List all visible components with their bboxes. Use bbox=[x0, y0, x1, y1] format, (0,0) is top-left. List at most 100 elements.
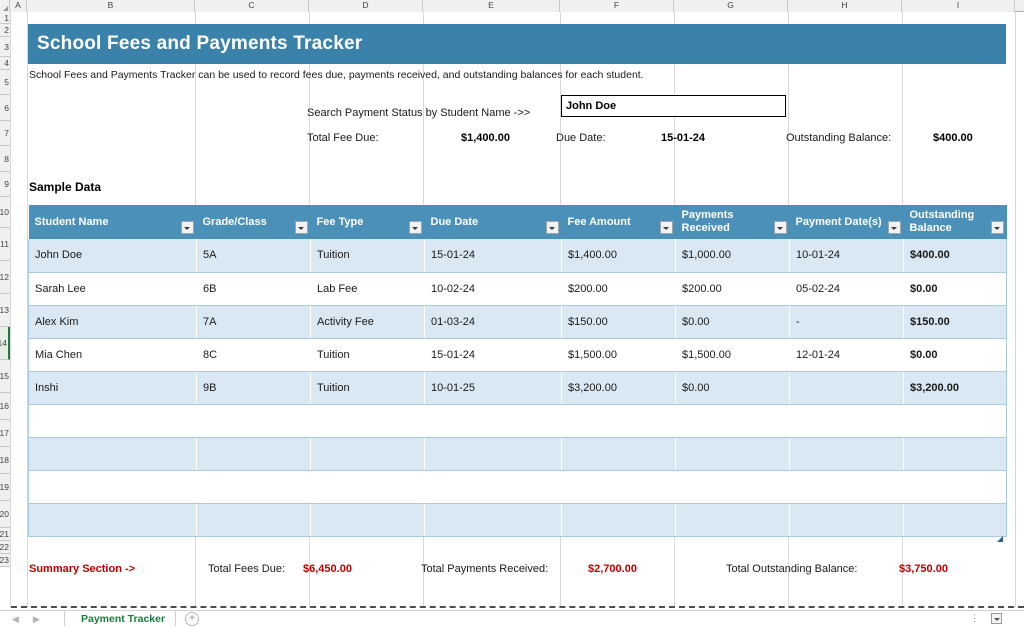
table-cell-fee-amount[interactable] bbox=[561, 404, 676, 438]
table-cell-payments-received[interactable] bbox=[675, 404, 790, 438]
table-resize-handle[interactable] bbox=[997, 536, 1003, 542]
table-cell-payments-received[interactable] bbox=[675, 503, 790, 537]
table-cell-outstanding[interactable]: $400.00 bbox=[903, 239, 1007, 273]
table-cell-grade[interactable] bbox=[196, 437, 311, 471]
table-cell-due-date[interactable]: 10-01-25 bbox=[424, 371, 562, 405]
table-cell-fee-type[interactable] bbox=[310, 470, 425, 504]
table-row[interactable]: John Doe 5A Tuition 15-01-24 $1,400.00 $1,000… bbox=[28, 239, 1007, 273]
table-row[interactable] bbox=[28, 404, 1007, 438]
table-cell-fee-type[interactable] bbox=[310, 404, 425, 438]
table-cell-fee-type[interactable] bbox=[310, 437, 425, 471]
row-header-18[interactable]: 18 bbox=[0, 447, 10, 474]
table-cell-outstanding[interactable]: $3,200.00 bbox=[903, 371, 1007, 405]
table-cell-fee-type[interactable] bbox=[310, 503, 425, 537]
table-cell-payments-received[interactable]: $1,000.00 bbox=[675, 239, 790, 273]
row-header-20[interactable]: 20 bbox=[0, 501, 10, 528]
table-row[interactable]: Inshi 9B Tuition 10-01-25 $3,200.00 $0.00 $3,2… bbox=[28, 371, 1007, 405]
select-all-corner[interactable] bbox=[0, 0, 10, 12]
table-cell-student[interactable]: Sarah Lee bbox=[28, 272, 197, 306]
table-cell-fee-type[interactable]: Activity Fee bbox=[310, 305, 425, 339]
table-cell-outstanding[interactable]: $0.00 bbox=[903, 272, 1007, 306]
row-header-15[interactable]: 15 bbox=[0, 360, 10, 393]
table-cell-payment-dates[interactable] bbox=[789, 470, 904, 504]
table-cell-grade[interactable]: 8C bbox=[196, 338, 311, 372]
table-cell-grade[interactable]: 7A bbox=[196, 305, 311, 339]
table-cell-payment-dates[interactable] bbox=[789, 371, 904, 405]
table-cell-payments-received[interactable]: $200.00 bbox=[675, 272, 790, 306]
row-header-17[interactable]: 17 bbox=[0, 420, 10, 447]
table-cell-fee-amount[interactable] bbox=[561, 437, 676, 471]
table-cell-grade[interactable]: 9B bbox=[196, 371, 311, 405]
column-header-i[interactable]: I bbox=[902, 0, 1015, 12]
table-cell-payment-dates[interactable] bbox=[789, 404, 904, 438]
table-cell-payments-received[interactable] bbox=[675, 437, 790, 471]
search-input[interactable] bbox=[561, 95, 786, 117]
column-header-f[interactable]: F bbox=[560, 0, 674, 12]
table-cell-due-date[interactable] bbox=[424, 470, 562, 504]
table-cell-fee-type[interactable]: Lab Fee bbox=[310, 272, 425, 306]
table-cell-grade[interactable] bbox=[196, 404, 311, 438]
table-cell-outstanding[interactable] bbox=[903, 404, 1007, 438]
filter-dropdown-icon[interactable] bbox=[545, 221, 559, 234]
table-row[interactable]: Alex Kim 7A Activity Fee 01-03-24 $150.00 $0.… bbox=[28, 305, 1007, 339]
table-cell-outstanding[interactable] bbox=[903, 503, 1007, 537]
row-header-7[interactable]: 7 bbox=[0, 121, 10, 146]
table-cell-fee-amount[interactable]: $3,200.00 bbox=[561, 371, 676, 405]
table-cell-student[interactable] bbox=[28, 404, 197, 438]
zoom-spinner-icon[interactable] bbox=[991, 613, 1002, 624]
table-cell-fee-amount[interactable] bbox=[561, 470, 676, 504]
table-cell-fee-amount[interactable]: $150.00 bbox=[561, 305, 676, 339]
column-header-h[interactable]: H bbox=[788, 0, 902, 12]
table-cell-grade[interactable]: 6B bbox=[196, 272, 311, 306]
table-cell-fee-type[interactable]: Tuition bbox=[310, 239, 425, 273]
table-cell-student[interactable]: John Doe bbox=[28, 239, 197, 273]
column-header-d[interactable]: D bbox=[309, 0, 423, 12]
row-header-19[interactable]: 19 bbox=[0, 474, 10, 501]
table-cell-payments-received[interactable]: $0.00 bbox=[675, 305, 790, 339]
prev-sheet-icon[interactable]: ◀ bbox=[12, 614, 19, 624]
filter-dropdown-icon[interactable] bbox=[990, 221, 1004, 234]
table-cell-student[interactable] bbox=[28, 470, 197, 504]
table-row[interactable] bbox=[28, 503, 1007, 537]
table-row[interactable] bbox=[28, 470, 1007, 504]
table-cell-outstanding[interactable] bbox=[903, 470, 1007, 504]
table-cell-payments-received[interactable] bbox=[675, 470, 790, 504]
table-cell-grade[interactable]: 5A bbox=[196, 239, 311, 273]
row-header-5[interactable]: 5 bbox=[0, 70, 10, 95]
column-header-b[interactable]: B bbox=[27, 0, 195, 12]
table-row[interactable]: Sarah Lee 6B Lab Fee 10-02-24 $200.00 $200.00… bbox=[28, 272, 1007, 306]
table-cell-fee-type[interactable]: Tuition bbox=[310, 371, 425, 405]
row-header-1[interactable]: 1 bbox=[0, 12, 10, 24]
table-cell-outstanding[interactable]: $150.00 bbox=[903, 305, 1007, 339]
table-cell-fee-amount[interactable]: $200.00 bbox=[561, 272, 676, 306]
row-header-8[interactable]: 8 bbox=[0, 146, 10, 172]
table-cell-fee-amount[interactable]: $1,400.00 bbox=[561, 239, 676, 273]
row-header-12[interactable]: 12 bbox=[0, 261, 10, 294]
filter-dropdown-icon[interactable] bbox=[180, 221, 194, 234]
table-cell-student[interactable] bbox=[28, 503, 197, 537]
table-cell-student[interactable]: Inshi bbox=[28, 371, 197, 405]
table-cell-fee-type[interactable]: Tuition bbox=[310, 338, 425, 372]
row-header-4[interactable]: 4 bbox=[0, 57, 10, 70]
table-cell-grade[interactable] bbox=[196, 503, 311, 537]
row-header-6[interactable]: 6 bbox=[0, 95, 10, 121]
table-cell-payment-dates[interactable]: - bbox=[789, 305, 904, 339]
table-cell-due-date[interactable] bbox=[424, 404, 562, 438]
filter-dropdown-icon[interactable] bbox=[659, 221, 673, 234]
table-cell-fee-amount[interactable]: $1,500.00 bbox=[561, 338, 676, 372]
table-row[interactable] bbox=[28, 437, 1007, 471]
add-sheet-icon[interactable]: + bbox=[185, 612, 199, 626]
column-header-c[interactable]: C bbox=[195, 0, 309, 12]
row-header-10[interactable]: 10 bbox=[0, 197, 10, 228]
row-header-16[interactable]: 16 bbox=[0, 393, 10, 420]
table-cell-grade[interactable] bbox=[196, 470, 311, 504]
table-cell-due-date[interactable]: 10-02-24 bbox=[424, 272, 562, 306]
sheet-tab-payment-tracker[interactable]: Payment Tracker bbox=[70, 611, 177, 626]
column-header-a[interactable]: A bbox=[10, 0, 27, 12]
table-cell-student[interactable]: Mia Chen bbox=[28, 338, 197, 372]
filter-dropdown-icon[interactable] bbox=[773, 221, 787, 234]
table-cell-due-date[interactable]: 01-03-24 bbox=[424, 305, 562, 339]
filter-dropdown-icon[interactable] bbox=[887, 221, 901, 234]
next-sheet-icon[interactable]: ▶ bbox=[33, 614, 40, 624]
column-header-g[interactable]: G bbox=[674, 0, 788, 12]
